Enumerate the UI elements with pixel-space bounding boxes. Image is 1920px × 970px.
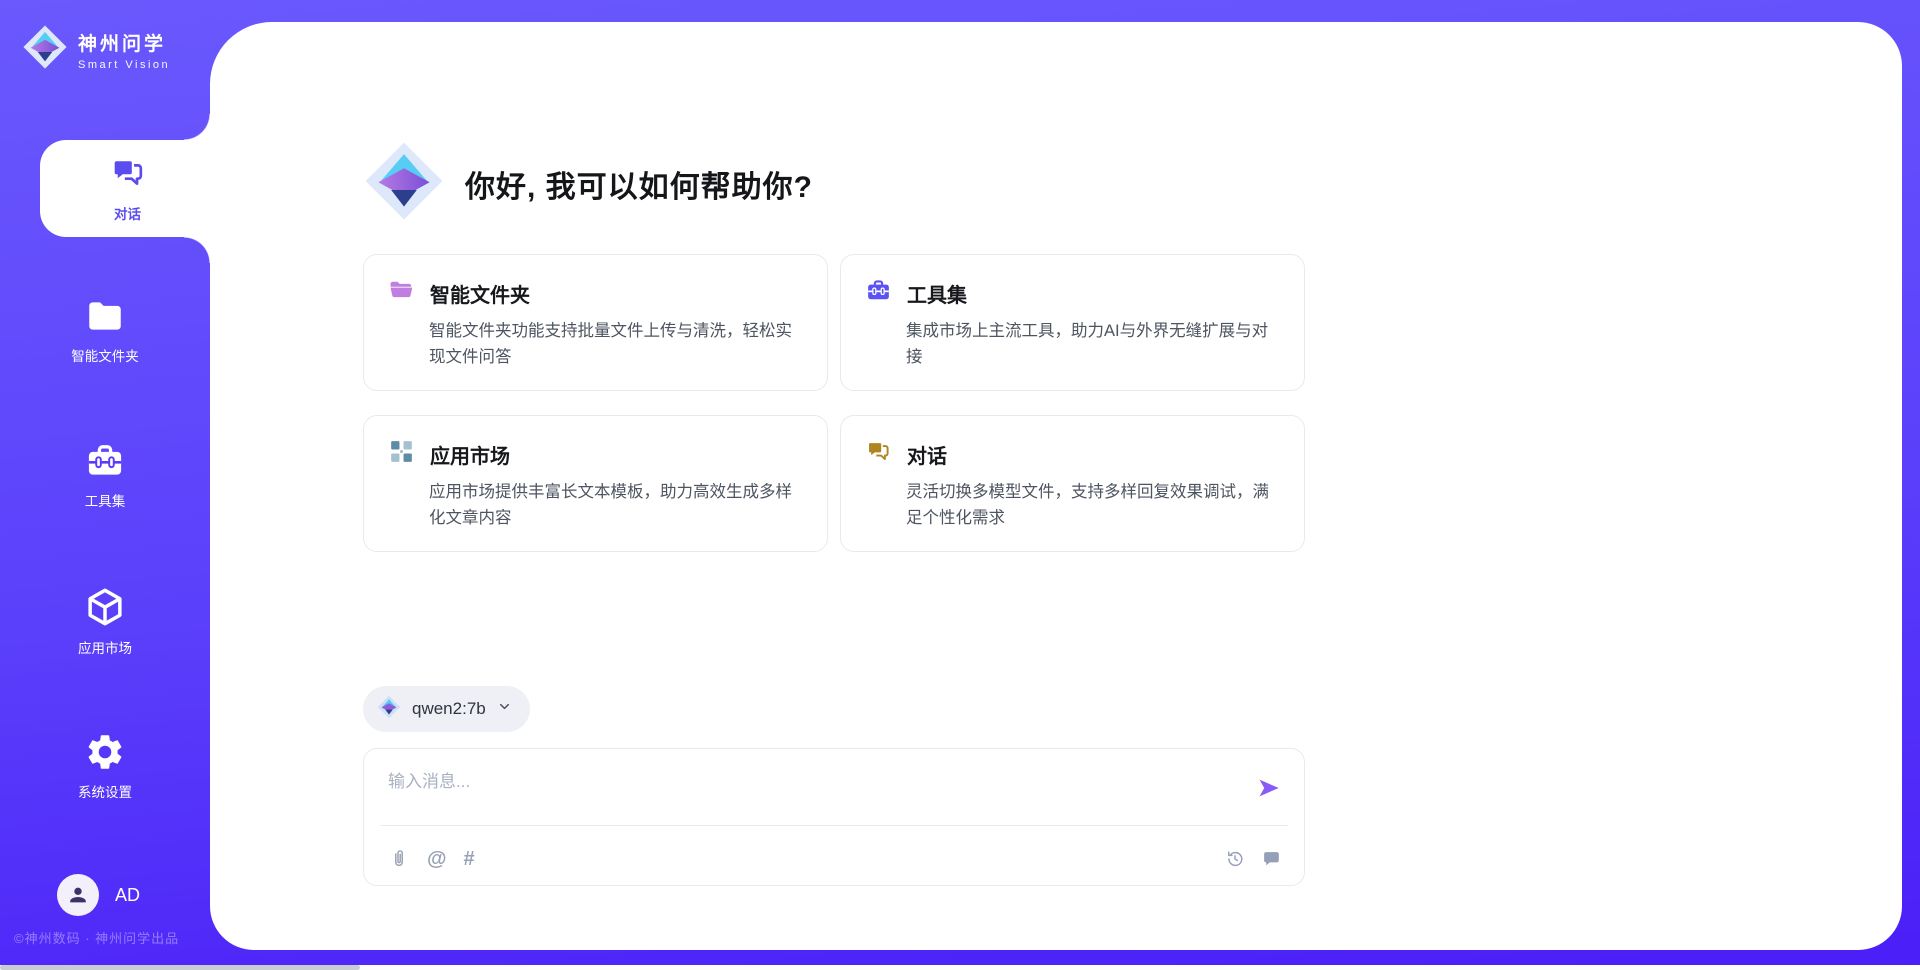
sidebar-item-settings[interactable]: 系统设置	[0, 731, 210, 802]
chat-icon	[109, 154, 147, 197]
tab-fillet-top	[184, 114, 210, 140]
sidebar-footer-credit: ©神州数码 · 神州问学出品	[14, 928, 179, 947]
message-input[interactable]	[388, 767, 1218, 819]
grid-icon	[388, 438, 415, 470]
brand-subtitle: Smart Vision	[78, 59, 170, 71]
avatar	[57, 874, 99, 916]
card-title: 应用市场	[430, 440, 510, 469]
card-smart-folder[interactable]: 智能文件夹 智能文件夹功能支持批量文件上传与清洗，轻松实现文件问答	[363, 254, 828, 391]
folder-open-icon	[388, 277, 415, 309]
sidebar-item-app-market[interactable]: 应用市场	[0, 585, 210, 658]
sidebar-item-label: 系统设置	[78, 785, 132, 800]
folder-icon	[0, 295, 210, 337]
model-name: qwen2:7b	[412, 699, 486, 719]
card-title: 智能文件夹	[430, 279, 530, 308]
hash-icon[interactable]: #	[464, 849, 475, 869]
send-icon[interactable]	[1256, 775, 1282, 801]
chevron-down-icon	[497, 699, 512, 719]
chat-icon	[865, 438, 892, 470]
history-icon[interactable]	[1224, 848, 1246, 870]
gear-icon	[0, 731, 210, 773]
sidebar-item-label: 智能文件夹	[71, 349, 139, 364]
sidebar: 神州问学 Smart Vision 对话 智能文件夹	[0, 0, 210, 970]
card-title: 工具集	[907, 279, 967, 308]
card-title: 对话	[907, 440, 947, 469]
chat-bubble-icon[interactable]	[1260, 848, 1282, 870]
sidebar-item-label: 应用市场	[78, 641, 132, 656]
card-description: 智能文件夹功能支持批量文件上传与清洗，轻松实现文件问答	[429, 319, 803, 370]
composer-divider	[380, 825, 1288, 826]
sidebar-item-label: 对话	[114, 203, 141, 223]
horizontal-scrollbar	[0, 965, 1920, 970]
briefcase-icon	[0, 440, 210, 482]
brand-name: 神州问学	[78, 29, 170, 56]
greeting-text: 你好, 我可以如何帮助你?	[465, 162, 813, 206]
card-description: 应用市场提供丰富长文本模板，助力高效生成多样化文章内容	[429, 480, 803, 531]
card-description: 集成市场上主流工具，助力AI与外界无缝扩展与对接	[906, 319, 1280, 370]
sidebar-item-label: 工具集	[85, 494, 126, 509]
card-app-market[interactable]: 应用市场 应用市场提供丰富长文本模板，助力高效生成多样化文章内容	[363, 415, 828, 552]
feature-cards: 智能文件夹 智能文件夹功能支持批量文件上传与清洗，轻松实现文件问答 工具集 集成…	[363, 254, 1305, 552]
diamond-logo-icon	[363, 140, 445, 227]
paperclip-icon[interactable]	[388, 848, 410, 870]
user-name: AD	[115, 885, 140, 906]
cube-icon	[0, 585, 210, 629]
brand: 神州问学 Smart Vision	[22, 24, 170, 75]
user-account[interactable]: AD	[57, 874, 140, 916]
message-composer: @ #	[363, 748, 1305, 886]
card-description: 灵活切换多模型文件，支持多样回复效果调试，满足个性化需求	[906, 480, 1280, 531]
diamond-logo-icon	[377, 695, 401, 724]
diamond-logo-icon	[22, 24, 68, 75]
scrollbar-thumb[interactable]	[0, 965, 360, 970]
card-toolset[interactable]: 工具集 集成市场上主流工具，助力AI与外界无缝扩展与对接	[840, 254, 1305, 391]
card-chat[interactable]: 对话 灵活切换多模型文件，支持多样回复效果调试，满足个性化需求	[840, 415, 1305, 552]
sidebar-item-toolset[interactable]: 工具集	[0, 440, 210, 511]
briefcase-icon	[865, 277, 892, 309]
sidebar-item-chat[interactable]: 对话	[40, 140, 215, 237]
tab-fillet-bottom	[184, 237, 210, 263]
at-icon[interactable]: @	[427, 849, 447, 869]
sidebar-item-smart-folder[interactable]: 智能文件夹	[0, 295, 210, 366]
greeting: 你好, 我可以如何帮助你?	[363, 140, 813, 227]
model-selector[interactable]: qwen2:7b	[363, 686, 530, 732]
